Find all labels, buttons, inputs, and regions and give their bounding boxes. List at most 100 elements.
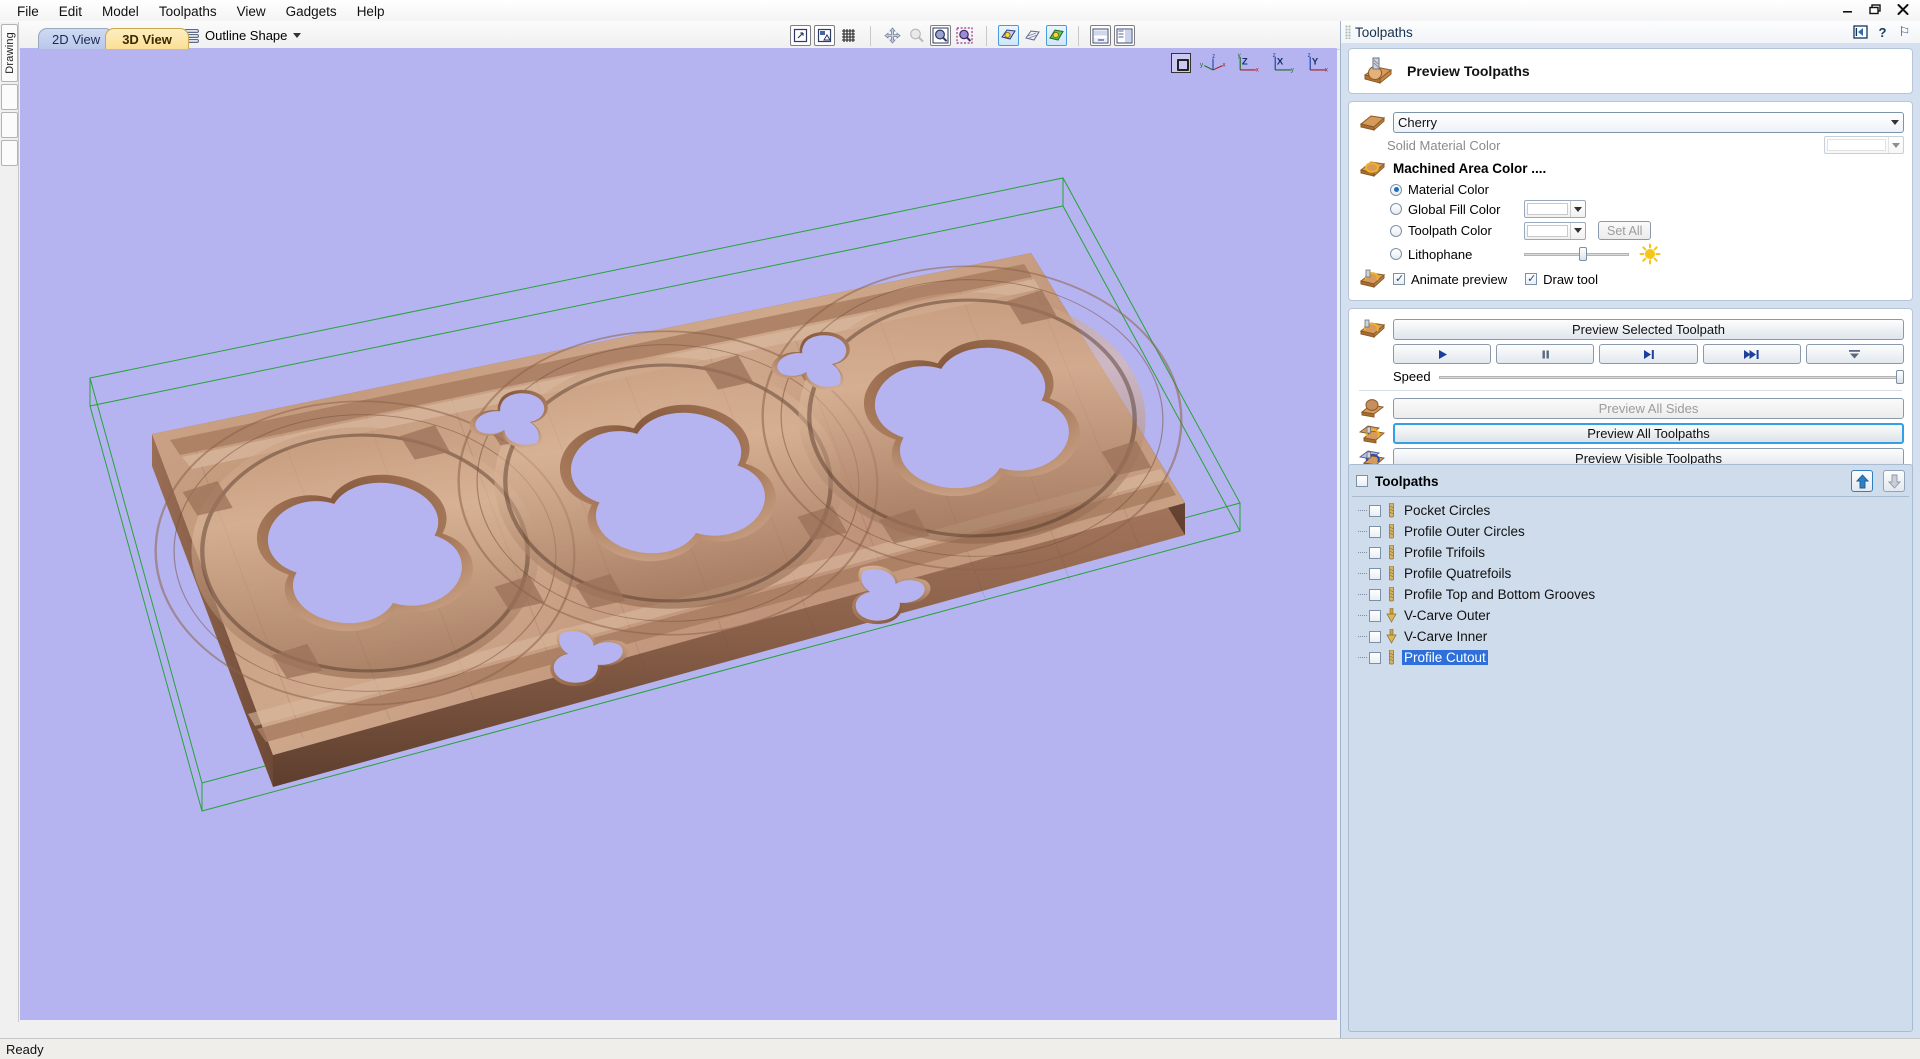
x-axis-view-icon[interactable]: z y X xyxy=(1270,52,1296,74)
restore-button[interactable] xyxy=(1866,1,1884,18)
radio-lithophane[interactable] xyxy=(1390,248,1402,260)
skip-to-end-button[interactable] xyxy=(1806,344,1904,364)
y-axis-view-icon[interactable]: z x Y xyxy=(1305,52,1331,74)
preview-all-toolpaths-icon xyxy=(1357,422,1387,444)
zoom-region-icon[interactable] xyxy=(954,25,975,46)
outline-shape-dropdown[interactable]: Outline Shape xyxy=(178,26,307,45)
radio-lithophane-label: Lithophane xyxy=(1408,247,1518,262)
left-tab-4[interactable] xyxy=(1,140,18,166)
tree-line xyxy=(1358,573,1367,574)
tree-line xyxy=(1358,636,1367,637)
toolpath-visibility-checkbox[interactable] xyxy=(1369,568,1381,580)
tab-2d-view[interactable]: 2D View xyxy=(38,28,114,49)
fast-forward-button[interactable] xyxy=(1703,344,1801,364)
lithophane-brightness-slider[interactable] xyxy=(1524,247,1629,261)
zoom-selected-icon[interactable] xyxy=(814,25,835,46)
pause-button[interactable] xyxy=(1496,344,1594,364)
menu-toolpaths[interactable]: Toolpaths xyxy=(150,1,226,22)
lighting-icon[interactable] xyxy=(1046,25,1067,46)
toggle-grid-icon[interactable] xyxy=(838,25,859,46)
zoom-window-icon[interactable] xyxy=(930,25,951,46)
toolpath-row[interactable]: V-Carve Outer xyxy=(1349,605,1912,626)
close-button[interactable] xyxy=(1894,1,1912,18)
option-lithophane[interactable]: Lithophane xyxy=(1357,243,1904,265)
toolpath-visibility-checkbox[interactable] xyxy=(1369,610,1381,622)
toolpath-row[interactable]: Profile Trifoils xyxy=(1349,542,1912,563)
option-global-fill-color[interactable]: Global Fill Color xyxy=(1357,200,1904,218)
zoom-to-fit-icon[interactable] xyxy=(790,25,811,46)
left-tab-drawing-label: Drawing xyxy=(4,32,16,74)
pan-icon[interactable] xyxy=(882,25,903,46)
solid-material-color-picker[interactable] xyxy=(1824,136,1904,154)
toolpath-list-master-checkbox[interactable] xyxy=(1356,475,1368,487)
animate-preview-icon xyxy=(1357,268,1387,290)
slider-thumb[interactable] xyxy=(1579,247,1587,261)
radio-toolpath-color[interactable] xyxy=(1390,225,1402,237)
slider-thumb[interactable] xyxy=(1896,370,1904,384)
menu-bar: File Edit Model Toolpaths View Gadgets H… xyxy=(0,0,393,22)
preview-all-toolpaths-button[interactable]: Preview All Toolpaths xyxy=(1393,423,1904,444)
pin-icon[interactable]: ⚐ xyxy=(1895,24,1914,41)
toolpath-visibility-checkbox[interactable] xyxy=(1369,589,1381,601)
move-up-icon[interactable] xyxy=(1851,470,1873,492)
menu-model[interactable]: Model xyxy=(93,1,148,22)
minimize-button[interactable] xyxy=(1838,1,1856,18)
toolpath-visibility-checkbox[interactable] xyxy=(1369,547,1381,559)
preview-all-sides-button[interactable]: Preview All Sides xyxy=(1393,398,1904,419)
radio-material-color[interactable] xyxy=(1390,184,1402,196)
toolpath-row[interactable]: Profile Quatrefoils xyxy=(1349,563,1912,584)
toolpath-visibility-checkbox[interactable] xyxy=(1369,652,1381,664)
collapse-panel-icon[interactable] xyxy=(1851,24,1870,41)
set-all-button[interactable]: Set All xyxy=(1598,221,1651,240)
dock-grip-icon[interactable] xyxy=(1345,25,1351,39)
3d-viewport[interactable]: z y x y x Z z y X z x xyxy=(20,48,1337,1020)
show-toolpath-panel-icon[interactable] xyxy=(1114,25,1135,46)
toolpath-row[interactable]: Profile Outer Circles xyxy=(1349,521,1912,542)
toolpath-visibility-checkbox[interactable] xyxy=(1369,505,1381,517)
toolpath-row[interactable]: Pocket Circles xyxy=(1349,500,1912,521)
step-forward-button[interactable] xyxy=(1599,344,1697,364)
machined-area-row: Machined Area Color .... xyxy=(1357,157,1904,179)
radio-material-color-label: Material Color xyxy=(1408,182,1489,197)
move-down-icon[interactable] xyxy=(1883,470,1905,492)
preview-selected-toolpath-button[interactable]: Preview Selected Toolpath xyxy=(1393,319,1904,340)
help-icon[interactable]: ? xyxy=(1873,24,1892,41)
menu-help[interactable]: Help xyxy=(348,1,394,22)
left-tab-3[interactable] xyxy=(1,112,18,138)
z-axis-view-icon[interactable]: y x Z xyxy=(1235,52,1261,74)
toolpath-row[interactable]: Profile Cutout xyxy=(1349,647,1912,668)
play-button[interactable] xyxy=(1393,344,1491,364)
left-tab-drawing[interactable]: Drawing xyxy=(1,24,18,82)
zoom-object-icon[interactable] xyxy=(906,25,927,46)
menu-file[interactable]: File xyxy=(8,1,48,22)
option-toolpath-color[interactable]: Toolpath Color Set All xyxy=(1357,221,1904,240)
menu-gadgets[interactable]: Gadgets xyxy=(277,1,346,22)
solid-material-color-label: Solid Material Color xyxy=(1387,138,1818,153)
option-material-color[interactable]: Material Color xyxy=(1357,182,1904,197)
svg-text:z: z xyxy=(1273,53,1276,59)
toolpath-rows: Pocket CirclesProfile Outer CirclesProfi… xyxy=(1349,500,1912,668)
radio-global-fill-color[interactable] xyxy=(1390,203,1402,215)
toolpath-visibility-checkbox[interactable] xyxy=(1369,526,1381,538)
material-select[interactable]: Cherry xyxy=(1393,112,1904,133)
slider-track xyxy=(1439,376,1904,379)
draw-tool-checkbox[interactable] xyxy=(1525,273,1537,285)
menu-view[interactable]: View xyxy=(228,1,275,22)
view-box-icon[interactable] xyxy=(1171,53,1191,73)
iso-axis-icon[interactable]: z y x xyxy=(1200,52,1226,74)
menu-edit[interactable]: Edit xyxy=(50,1,91,22)
animate-preview-checkbox[interactable] xyxy=(1393,273,1405,285)
wireframe-toolpath-icon[interactable] xyxy=(1022,25,1043,46)
shade-toolpath-icon[interactable] xyxy=(998,25,1019,46)
toolpath-visibility-checkbox[interactable] xyxy=(1369,631,1381,643)
toolpath-color-picker[interactable] xyxy=(1524,222,1586,240)
toolpath-row[interactable]: V-Carve Inner xyxy=(1349,626,1912,647)
show-drawing-panel-icon[interactable] xyxy=(1090,25,1111,46)
view-orientation-widgets: z y x y x Z z y X z x xyxy=(1171,52,1331,74)
toolpath-name: Profile Quatrefoils xyxy=(1402,566,1513,581)
toolpath-row[interactable]: Profile Top and Bottom Grooves xyxy=(1349,584,1912,605)
speed-slider[interactable] xyxy=(1439,370,1904,384)
tab-3d-view[interactable]: 3D View xyxy=(105,28,189,49)
global-fill-color-picker[interactable] xyxy=(1524,200,1586,218)
left-tab-2[interactable] xyxy=(1,84,18,110)
